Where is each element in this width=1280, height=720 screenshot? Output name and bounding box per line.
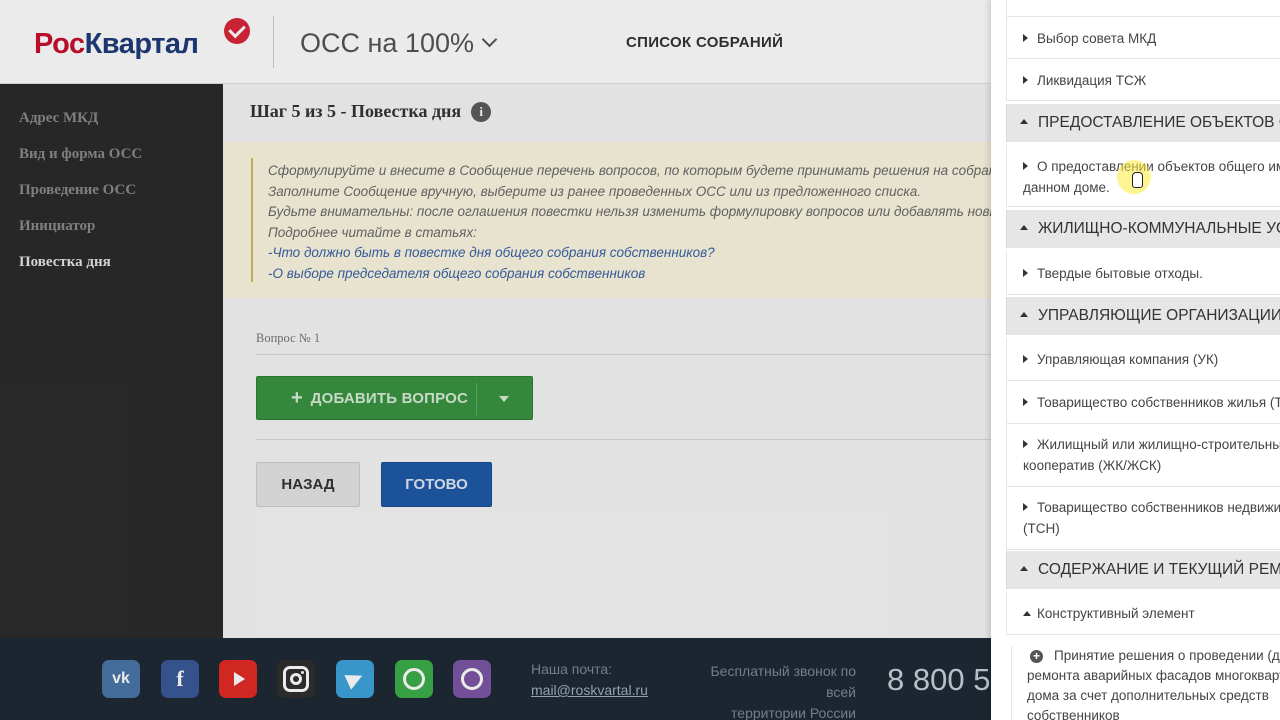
panel-subitem-facade[interactable]: + Принятие решения о проведении (д ремон… [1011,646,1280,720]
panel-item-structural[interactable]: Конструктивный элемент [1006,592,1280,635]
caret-right-icon [1023,162,1028,170]
caret-up-icon [1020,566,1028,571]
caret-up-icon [1023,611,1031,616]
panel-row-label: Ликвидация ТСЖ [1037,73,1147,88]
panel-item-line: Конструктивный элемент [1037,606,1195,621]
caret-right-icon [1023,76,1028,84]
panel-item-line: О предоставлении объектов общего им [1037,159,1280,174]
panel-subitem-line: дома за счет дополнительных средств [1027,688,1269,703]
panel-item-waste[interactable]: Твердые бытовые отходы. [1006,251,1280,295]
section-title: ЖИЛИЩНО-КОММУНАЛЬНЫЕ УСЛ [1038,220,1280,237]
section-header-common-property[interactable]: ПРЕДОСТАВЛЕНИЕ ОБЪЕКТОВ ОБ [1006,104,1280,142]
panel-item-tsn[interactable]: Товарищество собственников недвижи (ТСН) [1006,487,1280,550]
caret-right-icon [1023,34,1028,42]
panel-item-line: Жилищный или жилищно-строительный [1037,437,1280,452]
caret-right-icon [1023,355,1028,363]
panel-item-line: Товарищество собственников жилья (Т [1037,395,1280,410]
panel-item-uk[interactable]: Управляющая компания (УК) [1006,338,1280,381]
panel-item-line: кооператив (ЖК/ЖСК) [1023,458,1162,473]
panel-subitem-line: ремонта аварийных фасадов многокварт [1027,668,1280,683]
caret-right-icon [1023,503,1028,511]
caret-up-icon [1020,225,1028,230]
section-header-maintenance[interactable]: СОДЕРЖАНИЕ И ТЕКУЩИЙ РЕМО [1006,551,1280,589]
caret-right-icon [1023,440,1028,448]
panel-subitem-line: Принятие решения о проведении (д [1054,648,1280,663]
section-title: ПРЕДОСТАВЛЕНИЕ ОБЪЕКТОВ ОБ [1038,114,1280,131]
panel-item-line: Управляющая компания (УК) [1037,352,1219,367]
panel-item-line: (ТСН) [1023,521,1060,536]
panel-item-line: данном доме. [1023,180,1110,195]
panel-item-tszh[interactable]: Товарищество собственников жилья (Т [1006,381,1280,424]
caret-up-icon [1020,312,1028,317]
panel-item-line: Товарищество собственников недвижи [1037,500,1280,515]
panel-row-label: Выбор совета МКД [1037,31,1157,46]
caret-up-icon [1020,119,1028,124]
plus-circle-icon[interactable]: + [1030,650,1043,663]
panel-subitem-line: собственников [1027,708,1120,720]
panel-item-line: Твердые бытовые отходы. [1037,266,1203,281]
panel-item-zhsk[interactable]: Жилищный или жилищно-строительный коопер… [1006,424,1280,487]
panel-row-liquidation[interactable]: Ликвидация ТСЖ [1006,59,1280,101]
caret-right-icon [1023,269,1028,277]
section-header-utilities[interactable]: ЖИЛИЩНО-КОММУНАЛЬНЫЕ УСЛ [1006,210,1280,248]
hand-cursor-icon [1132,172,1143,188]
caret-right-icon [1023,398,1028,406]
panel-row-council[interactable]: Выбор совета МКД [1006,17,1280,59]
panel-row-cut [1006,0,1280,17]
modal-backdrop[interactable] [0,0,991,720]
section-header-management[interactable]: УПРАВЛЯЮЩИЕ ОРГАНИЗАЦИИ [1006,297,1280,335]
agenda-templates-panel: Выбор совета МКД Ликвидация ТСЖ ПРЕДОСТА… [991,0,1280,720]
section-title: СОДЕРЖАНИЕ И ТЕКУЩИЙ РЕМО [1038,561,1280,578]
section-title: УПРАВЛЯЮЩИЕ ОРГАНИЗАЦИИ [1038,307,1280,324]
